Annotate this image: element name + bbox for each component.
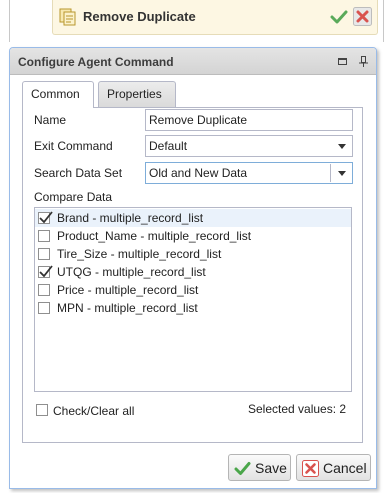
- compare-data-list: Brand - multiple_record_list Product_Nam…: [34, 207, 352, 392]
- pin-icon[interactable]: [357, 55, 370, 68]
- list-item[interactable]: Tire_Size - multiple_record_list: [35, 245, 351, 263]
- checkbox[interactable]: [38, 230, 50, 242]
- exit-command-value: Default: [149, 139, 188, 153]
- exit-command-select[interactable]: Default: [145, 135, 353, 157]
- select-divider: [330, 164, 331, 182]
- selected-values-count: Selected values: 2: [248, 402, 347, 416]
- canvas-divider: [383, 0, 384, 42]
- close-icon[interactable]: [353, 7, 372, 26]
- node-title: Remove Duplicate: [83, 9, 196, 24]
- cancel-label: Cancel: [323, 460, 367, 476]
- tab-properties[interactable]: Properties: [98, 81, 176, 107]
- restore-icon[interactable]: [336, 55, 349, 68]
- list-item-label: Brand - multiple_record_list: [57, 211, 204, 225]
- tab-body-common: Name Remove Duplicate Exit Command Defau…: [22, 107, 363, 443]
- workflow-canvas: Remove Duplicate: [0, 0, 389, 42]
- chevron-down-icon: [338, 144, 346, 149]
- documents-icon: [59, 8, 77, 26]
- list-item[interactable]: MPN - multiple_record_list: [35, 299, 351, 317]
- check-clear-all-checkbox[interactable]: [36, 404, 48, 416]
- search-data-set-select[interactable]: Old and New Data: [145, 162, 353, 184]
- list-item-label: UTQG - multiple_record_list: [57, 265, 206, 279]
- check-icon: [234, 460, 251, 477]
- save-button[interactable]: Save: [228, 454, 291, 481]
- list-item-label: Product_Name - multiple_record_list: [57, 229, 252, 243]
- check-clear-all-label: Check/Clear all: [53, 404, 135, 418]
- list-item-label: MPN - multiple_record_list: [57, 301, 198, 315]
- canvas-divider: [9, 0, 10, 42]
- list-item[interactable]: Brand - multiple_record_list: [35, 209, 351, 227]
- name-value: Remove Duplicate: [149, 113, 248, 127]
- panel-title: Configure Agent Command: [18, 55, 174, 69]
- exit-command-label: Exit Command: [34, 139, 113, 153]
- search-data-set-label: Search Data Set: [34, 166, 123, 180]
- close-icon: [302, 460, 319, 477]
- list-item-label: Tire_Size - multiple_record_list: [57, 247, 222, 261]
- checkbox[interactable]: [38, 265, 53, 278]
- list-item[interactable]: Price - multiple_record_list: [35, 281, 351, 299]
- checkbox[interactable]: [38, 284, 50, 296]
- panel-header: Configure Agent Command: [10, 48, 376, 75]
- checkbox[interactable]: [38, 302, 50, 314]
- list-item-label: Price - multiple_record_list: [57, 283, 199, 297]
- search-data-set-value: Old and New Data: [149, 166, 248, 180]
- check-icon[interactable]: [330, 8, 348, 26]
- list-item[interactable]: Product_Name - multiple_record_list: [35, 227, 351, 245]
- chevron-down-icon: [338, 171, 346, 176]
- checkbox[interactable]: [38, 248, 50, 260]
- name-field[interactable]: Remove Duplicate: [145, 109, 353, 131]
- save-label: Save: [255, 460, 287, 476]
- compare-data-label: Compare Data: [34, 190, 113, 204]
- configure-agent-command-panel: Configure Agent Command Common Propertie…: [9, 47, 377, 489]
- name-label: Name: [34, 113, 67, 127]
- workflow-node[interactable]: Remove Duplicate: [52, 0, 378, 35]
- checkbox[interactable]: [38, 211, 53, 224]
- tab-common[interactable]: Common: [22, 81, 94, 108]
- cancel-button[interactable]: Cancel: [296, 454, 371, 481]
- list-item[interactable]: UTQG - multiple_record_list: [35, 263, 351, 281]
